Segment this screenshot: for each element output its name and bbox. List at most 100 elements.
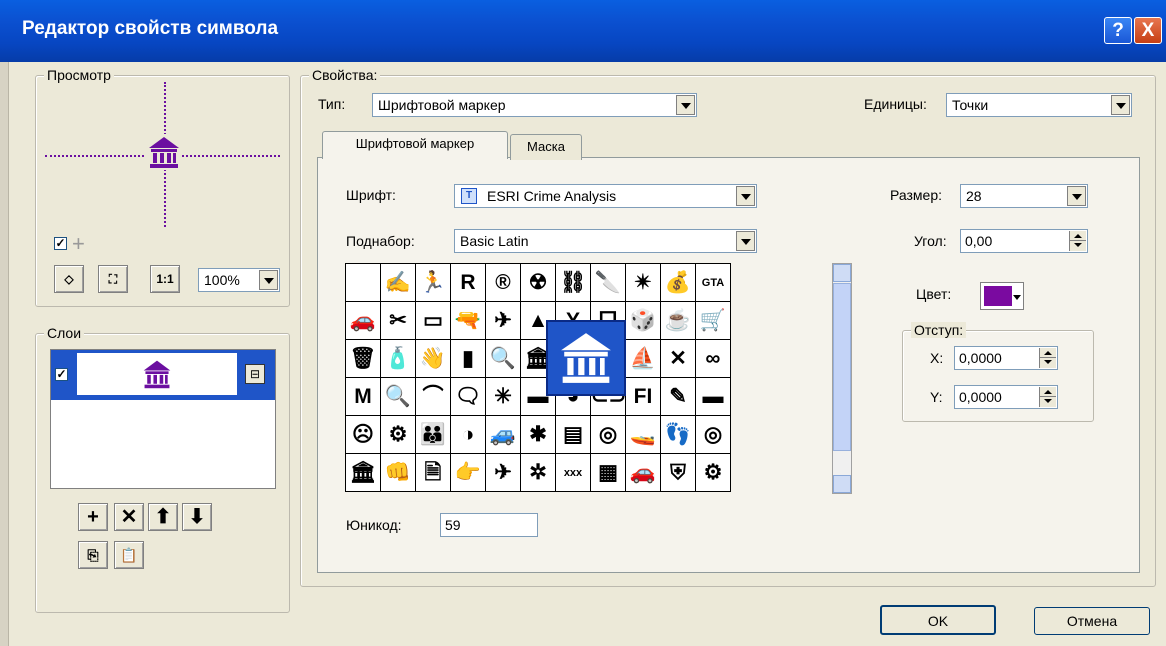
scroll-thumb[interactable]	[833, 283, 851, 451]
layers-list[interactable]: ✓ ⊟	[50, 349, 276, 489]
glyph-cell[interactable]: ⌒	[416, 378, 451, 416]
chevron-down-icon[interactable]	[676, 95, 695, 115]
glyph-cell[interactable]: ☕	[661, 302, 696, 340]
glyph-cell[interactable]: ☢	[521, 264, 556, 302]
offset-x-spinner[interactable]	[1039, 348, 1056, 368]
subset-combo[interactable]: Basic Latin	[454, 229, 757, 253]
color-picker[interactable]	[980, 282, 1024, 310]
glyph-cell[interactable]: ✱	[521, 416, 556, 454]
glyph-cell[interactable]: ⛨	[661, 454, 696, 492]
glyph-cell[interactable]	[346, 264, 381, 302]
glyph-cell[interactable]: ⚙	[381, 416, 416, 454]
glyph-cell[interactable]: 🗑	[346, 340, 381, 378]
glyph-cell[interactable]: M	[346, 378, 381, 416]
lock-icon[interactable]: ⊟	[245, 364, 265, 384]
tab-font-marker[interactable]: Шрифтовой маркер	[322, 131, 508, 159]
glyph-cell[interactable]: 👪	[416, 416, 451, 454]
zoom-combo[interactable]: 100%	[198, 268, 280, 292]
glyph-cell[interactable]: ▤	[556, 416, 591, 454]
glyph-cell[interactable]: ✈	[486, 302, 521, 340]
units-combo[interactable]: Точки	[946, 93, 1132, 117]
glyph-cell[interactable]: ✳	[486, 378, 521, 416]
glyph-cell[interactable]: 🚙	[486, 416, 521, 454]
offset-y-spinner[interactable]	[1039, 387, 1056, 407]
actual-size-button[interactable]: 1:1	[150, 265, 180, 293]
angle-field[interactable]: 0,00	[960, 229, 1088, 253]
chevron-down-icon[interactable]	[1111, 95, 1130, 115]
glyph-cell[interactable]: 🚤	[626, 416, 661, 454]
glyph-cell[interactable]: ▦	[591, 454, 626, 492]
glyph-cell[interactable]: 🗨	[451, 378, 486, 416]
glyph-cell[interactable]: ✲	[521, 454, 556, 492]
glyph-cell[interactable]: 🔍	[486, 340, 521, 378]
glyph-cell[interactable]: xxx	[556, 454, 591, 492]
glyph-cell[interactable]: 👋	[416, 340, 451, 378]
glyph-cell[interactable]: ⛵	[626, 340, 661, 378]
glyph-cell[interactable]: 🎲	[626, 302, 661, 340]
zoom-fit-button[interactable]: ⛶	[98, 265, 128, 293]
glyph-cell[interactable]: ✍	[381, 264, 416, 302]
scroll-down-button[interactable]	[833, 475, 851, 493]
ok-button[interactable]: OK	[880, 605, 996, 635]
glyph-cell[interactable]: 🗎	[416, 454, 451, 492]
zoom-in-button[interactable]: ◇	[54, 265, 84, 293]
glyph-cell[interactable]: 🔫	[451, 302, 486, 340]
unicode-field[interactable]: 59	[440, 513, 538, 537]
glyph-cell[interactable]: ◎	[696, 416, 731, 454]
glyph-cell[interactable]: ◑	[451, 416, 486, 454]
glyph-cell[interactable]: ∞	[696, 340, 731, 378]
glyph-cell[interactable]: ✎	[661, 378, 696, 416]
glyph-cell[interactable]: ✂	[381, 302, 416, 340]
glyph-cell[interactable]: ✕	[661, 340, 696, 378]
paste-layer-button[interactable]: 📋	[114, 541, 144, 569]
glyph-cell[interactable]: R	[451, 264, 486, 302]
angle-spinner[interactable]	[1069, 231, 1086, 251]
chevron-down-icon[interactable]	[259, 270, 278, 290]
glyph-cell[interactable]: GTA	[696, 264, 731, 302]
glyph-cell[interactable]: ®	[486, 264, 521, 302]
glyph-cell[interactable]: 🛒	[696, 302, 731, 340]
glyph-cell[interactable]: 🏃	[416, 264, 451, 302]
glyph-cell[interactable]: ▭	[416, 302, 451, 340]
glyph-cell[interactable]: 💰	[661, 264, 696, 302]
chevron-down-icon[interactable]	[736, 231, 755, 251]
move-up-button[interactable]: ⬆	[148, 503, 178, 531]
add-layer-button[interactable]: +	[78, 503, 108, 531]
glyph-cell[interactable]: 🧴	[381, 340, 416, 378]
layer-visibility-checkbox[interactable]: ✓	[55, 368, 68, 381]
cancel-button[interactable]: Отмена	[1034, 607, 1150, 635]
move-down-button[interactable]: ⬇	[182, 503, 212, 531]
font-combo[interactable]: T ESRI Crime Analysis	[454, 184, 757, 208]
layer-row-selected[interactable]: ✓ ⊟	[51, 350, 275, 400]
scroll-up-button[interactable]	[833, 264, 851, 282]
offset-x-field[interactable]: 0,0000	[954, 346, 1058, 370]
glyph-cell[interactable]: ⚙	[696, 454, 731, 492]
glyph-cell[interactable]: 👣	[661, 416, 696, 454]
glyph-cell[interactable]: ✈	[486, 454, 521, 492]
glyph-cell[interactable]: 🔍	[381, 378, 416, 416]
glyph-scrollbar[interactable]	[832, 263, 852, 494]
glyph-grid[interactable]: ✍🏃R®☢⛓🔪✴💰GTA🚗✂▭🔫✈▲Yᗜ🎲☕🛒🗑🧴👋▮🔍🏛≡🚘⛵✕∞M🔍⌒🗨✳▬…	[345, 263, 731, 492]
glyph-cell[interactable]: 🏛	[346, 454, 381, 492]
copy-layer-button[interactable]: ⎘	[78, 541, 108, 569]
tab-mask[interactable]: Маска	[510, 134, 582, 160]
help-button[interactable]: ?	[1104, 17, 1132, 44]
glyph-cell[interactable]: ☹	[346, 416, 381, 454]
glyph-cell[interactable]: ▮	[451, 340, 486, 378]
glyph-cell[interactable]: 👊	[381, 454, 416, 492]
chevron-down-icon[interactable]	[1013, 295, 1021, 300]
remove-layer-button[interactable]: ✕	[114, 503, 144, 531]
close-button[interactable]: X	[1134, 17, 1162, 44]
type-combo[interactable]: Шрифтовой маркер	[372, 93, 697, 117]
glyph-cell[interactable]: FI	[626, 378, 661, 416]
glyph-cell[interactable]: 🚗	[626, 454, 661, 492]
glyph-cell[interactable]: 👉	[451, 454, 486, 492]
glyph-cell[interactable]: 🚗	[346, 302, 381, 340]
glyph-cell[interactable]: 🔪	[591, 264, 626, 302]
chevron-down-icon[interactable]	[736, 186, 755, 206]
preview-checkbox[interactable]: ✓	[54, 237, 67, 250]
offset-y-field[interactable]: 0,0000	[954, 385, 1058, 409]
size-combo[interactable]: 28	[960, 184, 1088, 208]
glyph-cell[interactable]: ◎	[591, 416, 626, 454]
glyph-cell[interactable]: ⛓	[556, 264, 591, 302]
